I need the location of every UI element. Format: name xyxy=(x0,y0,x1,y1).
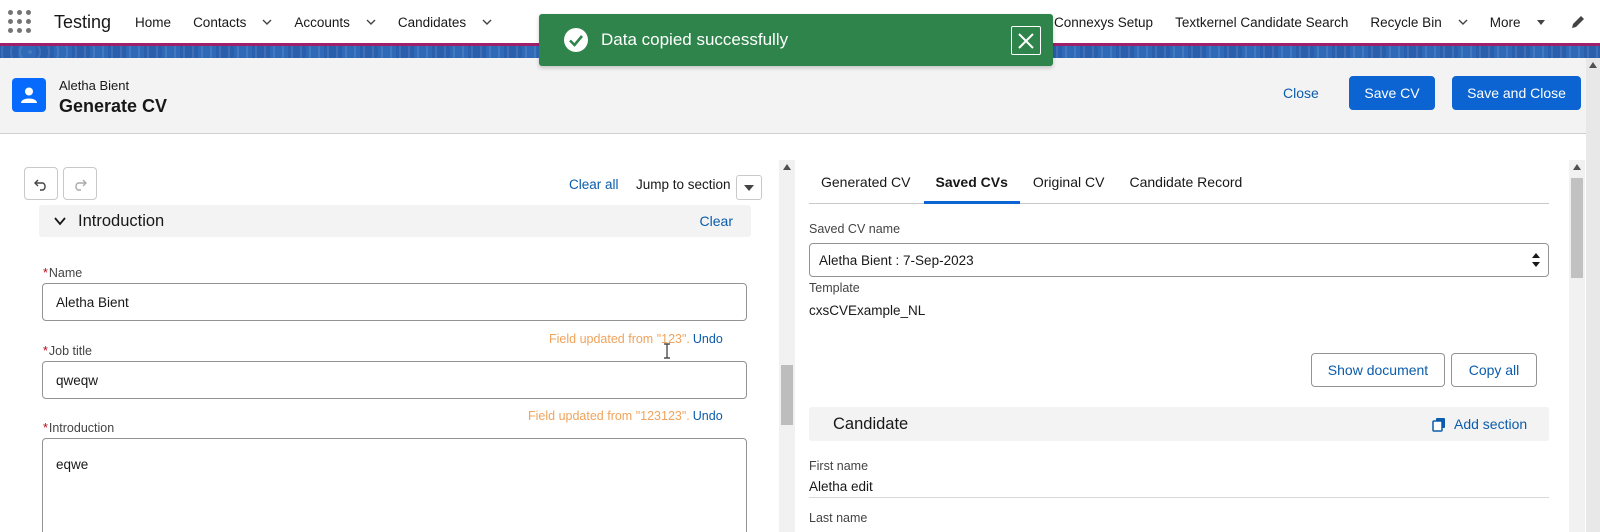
first-name-value: Aletha edit xyxy=(809,479,873,494)
saved-cv-name-select[interactable]: Aletha Bient : 7-Sep-2023 xyxy=(809,243,1549,277)
save-cv-button[interactable]: Save CV xyxy=(1349,76,1435,110)
undo-icon xyxy=(34,179,46,191)
app-launcher-icon[interactable] xyxy=(8,10,32,34)
name-field-label: *Name xyxy=(43,266,83,280)
introduction-textarea[interactable]: eqwe xyxy=(42,438,747,532)
scrollbar-thumb[interactable] xyxy=(781,365,793,425)
chevron-down-icon[interactable] xyxy=(482,17,492,27)
show-document-button[interactable]: Show document xyxy=(1311,353,1445,387)
template-value: cxsCVExample_NL xyxy=(809,303,926,318)
job-title-undo-link[interactable]: Undo xyxy=(693,332,723,346)
tab-saved-cvs[interactable]: Saved CVs xyxy=(923,160,1020,204)
required-icon: * xyxy=(43,266,48,280)
section-title: Candidate xyxy=(833,415,909,433)
copy-all-button[interactable]: Copy all xyxy=(1451,353,1537,387)
jump-to-section-label: Jump to section xyxy=(636,177,731,192)
caret-down-icon[interactable] xyxy=(1536,17,1546,27)
scroll-up-icon[interactable] xyxy=(1573,164,1581,170)
copy-add-icon xyxy=(1432,417,1445,432)
required-icon: * xyxy=(43,421,48,435)
tab-generated-cv[interactable]: Generated CV xyxy=(809,160,923,204)
job-title-field-label: *Job title xyxy=(43,344,92,358)
toast-message: Data copied successfully xyxy=(601,30,789,49)
nav-item-home[interactable]: Home xyxy=(135,15,171,30)
cv-tabs: Generated CV Saved CVs Original CV Candi… xyxy=(809,160,1549,204)
section-header-candidate: Candidate Add section xyxy=(809,407,1549,441)
field-divider xyxy=(809,497,1549,498)
nav-item-connexys-setup[interactable]: Connexys Setup xyxy=(1054,15,1153,30)
nav-item-recycle-bin[interactable]: Recycle Bin xyxy=(1370,15,1468,30)
success-toast: Data copied successfully xyxy=(539,14,1053,66)
contact-record-icon xyxy=(12,78,46,112)
text-cursor-icon xyxy=(664,343,670,359)
page-title: Generate CV xyxy=(59,96,168,116)
redo-icon xyxy=(75,179,87,191)
clear-all-link[interactable]: Clear all xyxy=(569,177,619,192)
nav-right-items: Connexys Setup Textkernel Candidate Sear… xyxy=(1054,0,1568,44)
page-header: Aletha Bient Generate CV Close Save CV S… xyxy=(0,58,1600,134)
redo-button[interactable] xyxy=(63,167,97,200)
undo-button[interactable] xyxy=(24,167,58,200)
introduction-update-note: Field updated from "123123". Undo xyxy=(528,409,723,423)
tab-candidate-record[interactable]: Candidate Record xyxy=(1117,160,1254,204)
introduction-field-label: *Introduction xyxy=(43,421,115,435)
cv-editor-panel: Clear all Jump to section Introduction C… xyxy=(0,135,790,532)
section-clear-link[interactable]: Clear xyxy=(700,213,733,229)
scroll-up-icon[interactable] xyxy=(1589,62,1597,68)
introduction-undo-link[interactable]: Undo xyxy=(693,409,723,423)
success-check-icon xyxy=(564,28,588,52)
add-section-button[interactable]: Add section xyxy=(1432,416,1527,432)
template-label: Template xyxy=(809,281,860,295)
save-and-close-button[interactable]: Save and Close xyxy=(1452,76,1581,110)
chevron-down-icon[interactable] xyxy=(1458,17,1468,27)
close-icon xyxy=(1018,32,1034,49)
app-name: Testing xyxy=(54,11,112,32)
chevron-down-icon[interactable] xyxy=(262,17,272,27)
job-title-update-note: Field updated from "123". Undo xyxy=(549,332,723,346)
section-title: Introduction xyxy=(78,212,165,230)
job-title-input[interactable]: qweqw xyxy=(42,361,747,399)
nav-item-candidates[interactable]: Candidates xyxy=(398,15,492,30)
chevron-down-icon[interactable] xyxy=(53,214,67,228)
right-scrollbar[interactable] xyxy=(1569,160,1585,532)
nav-item-accounts[interactable]: Accounts xyxy=(294,15,376,30)
nav-item-more[interactable]: More xyxy=(1490,15,1547,30)
nav-item-textkernel-search[interactable]: Textkernel Candidate Search xyxy=(1175,15,1348,30)
toast-close-button[interactable] xyxy=(1011,26,1041,55)
first-name-label: First name xyxy=(809,459,869,473)
left-scrollbar[interactable] xyxy=(779,160,795,532)
close-button[interactable]: Close xyxy=(1283,85,1319,101)
chevron-down-icon[interactable] xyxy=(366,17,376,27)
jump-to-section-button[interactable] xyxy=(736,175,762,200)
last-name-label: Last name xyxy=(809,511,868,525)
section-header-introduction[interactable]: Introduction Clear xyxy=(39,205,751,237)
record-name: Aletha Bient xyxy=(59,78,130,93)
nav-item-contacts[interactable]: Contacts xyxy=(193,15,272,30)
select-spinner-icon xyxy=(1532,253,1540,267)
scrollbar-thumb[interactable] xyxy=(1571,178,1583,278)
caret-down-icon xyxy=(744,184,754,191)
required-icon: * xyxy=(43,344,48,358)
page-scrollbar[interactable] xyxy=(1586,58,1600,532)
tab-original-cv[interactable]: Original CV xyxy=(1021,160,1117,204)
name-input[interactable]: Aletha Bient xyxy=(42,283,747,321)
scroll-up-icon[interactable] xyxy=(783,164,791,170)
saved-cv-name-label: Saved CV name xyxy=(809,222,901,236)
cv-preview-panel: Generated CV Saved CVs Original CV Candi… xyxy=(798,160,1568,532)
edit-nav-icon[interactable] xyxy=(1570,14,1586,30)
